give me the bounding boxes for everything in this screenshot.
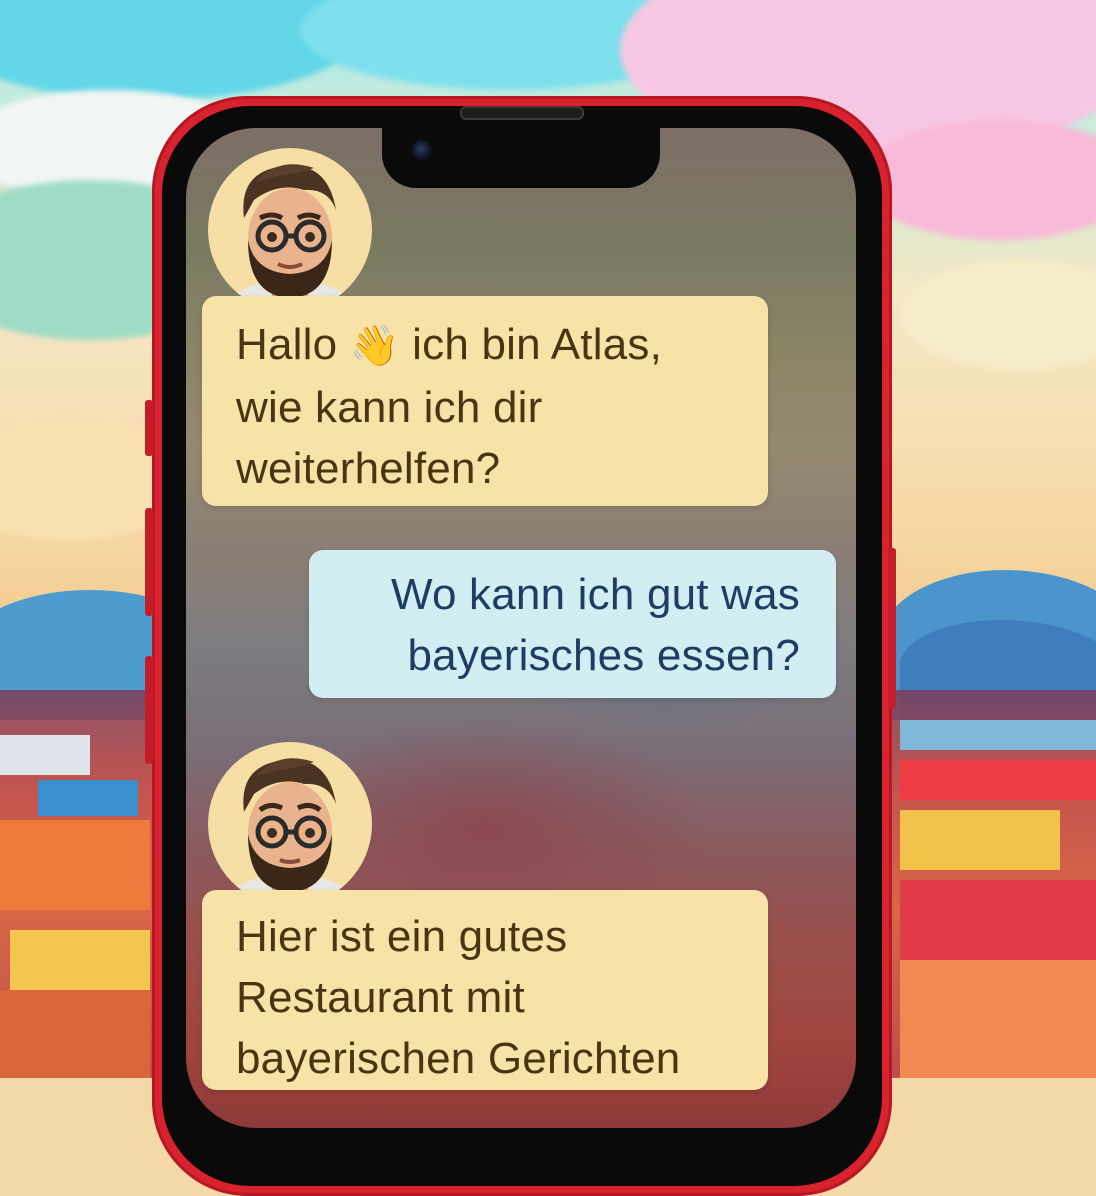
phone-side-button — [888, 548, 896, 708]
message-line: weiterhelfen? — [236, 444, 501, 493]
phone-side-button — [145, 400, 153, 456]
building — [38, 780, 138, 816]
phone-side-button — [145, 656, 153, 764]
bot-message-bubble: Hallo 👋 ich bin Atlas, wie kann ich dir … — [202, 296, 768, 506]
building — [900, 720, 1096, 750]
message-text: ich bin Atlas, — [412, 320, 662, 369]
building — [0, 990, 150, 1078]
message-line: Hier ist ein gutes — [236, 912, 568, 961]
building — [0, 735, 90, 775]
bot-message-bubble: Hier ist ein gutes Restaurant mit bayeri… — [202, 890, 768, 1090]
building — [900, 760, 1096, 800]
building — [900, 810, 1060, 870]
building — [900, 960, 1096, 1078]
bearded-man-avatar-icon — [208, 742, 372, 906]
message-line: Wo kann ich gut was — [391, 570, 800, 619]
building — [900, 880, 1096, 960]
message-line: Hallo 👋 ich bin Atlas, — [236, 314, 768, 377]
waving-hand-icon: 👋 — [349, 324, 400, 368]
user-message-bubble: Wo kann ich gut was bayerisches essen? — [309, 550, 836, 698]
message-line: bayerisches essen? — [407, 631, 800, 680]
phone-side-button — [145, 508, 153, 616]
bearded-man-avatar-icon — [208, 148, 372, 312]
message-line: Restaurant mit — [236, 973, 525, 1022]
building — [10, 930, 150, 990]
message-line: bayerischen Gerichten — [236, 1034, 681, 1083]
message-line: wie kann ich dir — [236, 383, 543, 432]
front-camera — [412, 140, 432, 160]
phone-speaker — [460, 106, 584, 120]
building — [0, 820, 150, 910]
message-text: Hallo — [236, 320, 338, 369]
